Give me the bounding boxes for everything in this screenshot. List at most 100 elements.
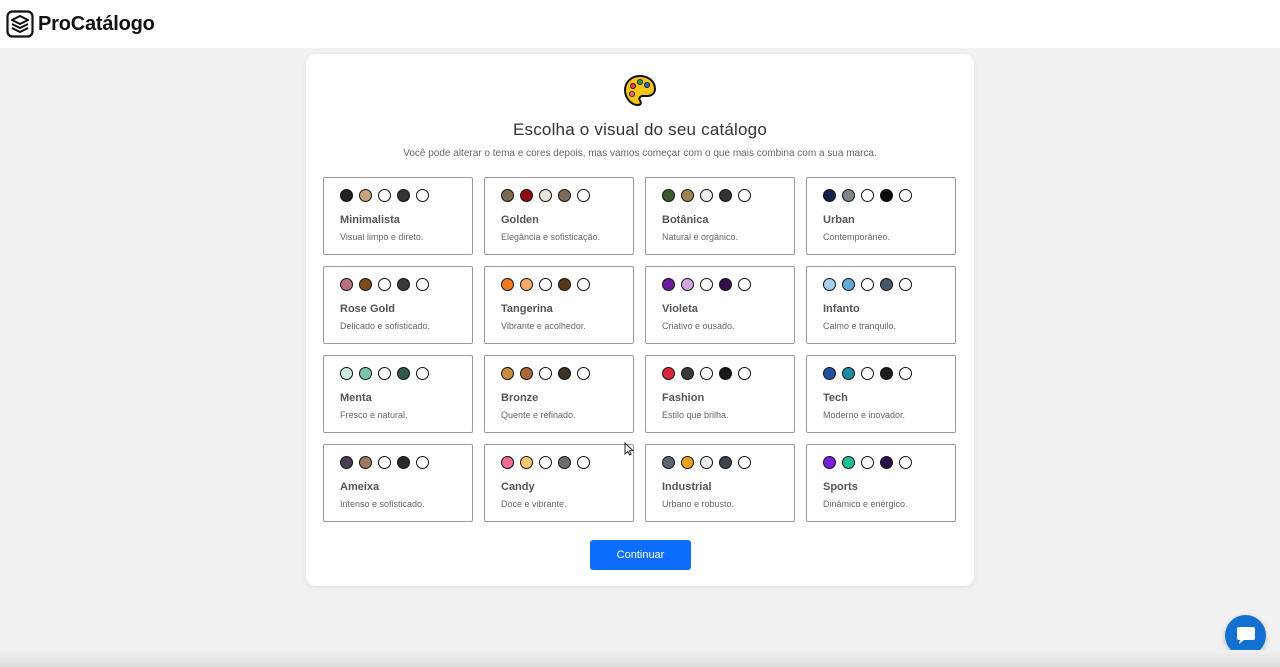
theme-name: Industrial xyxy=(662,481,712,493)
theme-card-minimalista[interactable]: Minimalista Visual limpo e direto. xyxy=(323,177,473,255)
theme-description: Calmo e tranquilo. xyxy=(823,321,897,331)
color-swatches xyxy=(501,278,633,292)
color-swatch xyxy=(662,456,675,469)
color-swatch xyxy=(662,278,675,291)
color-swatch xyxy=(842,189,855,202)
color-swatch xyxy=(700,278,713,291)
color-swatches xyxy=(662,367,794,381)
color-swatch xyxy=(397,367,410,380)
theme-description: Doce e vibrante. xyxy=(501,499,567,509)
theme-card-bot-nica[interactable]: Botânica Natural e orgânico. xyxy=(645,177,795,255)
color-swatch xyxy=(700,189,713,202)
color-swatch xyxy=(577,278,590,291)
theme-name: Tangerina xyxy=(501,303,553,315)
theme-description: Contemporâneo. xyxy=(823,232,891,242)
theme-card-candy[interactable]: Candy Doce e vibrante. xyxy=(484,444,634,522)
theme-description: Elegância e sofisticação. xyxy=(501,232,601,242)
color-swatch xyxy=(359,456,372,469)
color-swatch xyxy=(681,367,694,380)
color-swatch xyxy=(738,278,751,291)
theme-card-sports[interactable]: Sports Dinâmico e enérgico. xyxy=(806,444,956,522)
color-swatch xyxy=(823,456,836,469)
color-swatches xyxy=(340,189,472,203)
color-swatch xyxy=(378,189,391,202)
color-swatch xyxy=(558,278,571,291)
color-swatch xyxy=(823,189,836,202)
theme-card-golden[interactable]: Golden Elegância e sofisticação. xyxy=(484,177,634,255)
color-swatch xyxy=(700,367,713,380)
theme-selection-card: Escolha o visual do seu catálogo Você po… xyxy=(306,54,974,586)
color-swatch xyxy=(416,189,429,202)
theme-name: Ameixa xyxy=(340,481,380,493)
color-swatch xyxy=(520,456,533,469)
color-swatch xyxy=(823,278,836,291)
theme-description: Fresco e natural. xyxy=(340,410,408,420)
bottom-shade xyxy=(0,650,1280,667)
color-swatch xyxy=(700,456,713,469)
color-swatch xyxy=(558,367,571,380)
theme-name: Bronze xyxy=(501,392,539,404)
theme-grid: Minimalista Visual limpo e direto. Golden E… xyxy=(323,177,956,522)
palette-icon xyxy=(623,74,657,107)
mouse-cursor-icon xyxy=(624,442,634,456)
theme-name: Fashion xyxy=(662,392,705,404)
page-title: Escolha o visual do seu catálogo xyxy=(512,120,767,139)
theme-card-fashion[interactable]: Fashion Estilo que brilha. xyxy=(645,355,795,433)
theme-card-urban[interactable]: Urban Contemporâneo. xyxy=(806,177,956,255)
color-swatch xyxy=(359,189,372,202)
color-swatch xyxy=(340,278,353,291)
color-swatch xyxy=(899,189,912,202)
theme-description: Intenso e sofisticado. xyxy=(340,499,425,509)
brand[interactable]: ProCatálogo xyxy=(6,10,155,38)
theme-description: Criativo e ousado. xyxy=(662,321,735,331)
color-swatch xyxy=(662,367,675,380)
color-swatch xyxy=(738,189,751,202)
theme-description: Estilo que brilha. xyxy=(662,410,729,420)
color-swatch xyxy=(681,456,694,469)
color-swatch xyxy=(880,189,893,202)
color-swatch xyxy=(662,189,675,202)
color-swatch xyxy=(738,456,751,469)
color-swatch xyxy=(378,367,391,380)
color-swatch xyxy=(397,278,410,291)
theme-card-industrial[interactable]: Industrial Urbano e robusto. xyxy=(645,444,795,522)
theme-card-tech[interactable]: Tech Moderno e inovador. xyxy=(806,355,956,433)
color-swatch xyxy=(501,456,514,469)
color-swatch xyxy=(340,367,353,380)
theme-description: Visual limpo e direto. xyxy=(340,232,424,242)
color-swatch xyxy=(899,456,912,469)
theme-name: Violeta xyxy=(662,303,698,315)
theme-name: Candy xyxy=(501,481,535,493)
theme-card-rose-gold[interactable]: Rose Gold Delicado e sofisticado. xyxy=(323,266,473,344)
theme-card-bronze[interactable]: Bronze Quente e refinado. xyxy=(484,355,634,433)
color-swatch xyxy=(397,189,410,202)
theme-card-tangerina[interactable]: Tangerina Vibrante e acolhedor. xyxy=(484,266,634,344)
color-swatch xyxy=(880,278,893,291)
theme-description: Quente e refinado. xyxy=(501,410,576,420)
color-swatch xyxy=(539,278,552,291)
color-swatch xyxy=(539,456,552,469)
color-swatch xyxy=(681,189,694,202)
theme-name: Infanto xyxy=(823,303,860,315)
color-swatch xyxy=(861,456,874,469)
theme-card-ameixa[interactable]: Ameixa Intenso e sofisticado. xyxy=(323,444,473,522)
color-swatches xyxy=(662,189,794,203)
color-swatch xyxy=(861,367,874,380)
theme-card-violeta[interactable]: Violeta Criativo e ousado. xyxy=(645,266,795,344)
color-swatch xyxy=(520,278,533,291)
color-swatch xyxy=(539,367,552,380)
color-swatch xyxy=(577,189,590,202)
color-swatch xyxy=(719,367,732,380)
color-swatch xyxy=(416,456,429,469)
color-swatch xyxy=(681,278,694,291)
color-swatch xyxy=(340,456,353,469)
continue-button[interactable]: Continuar xyxy=(590,540,691,570)
color-swatch xyxy=(501,189,514,202)
theme-card-infanto[interactable]: Infanto Calmo e tranquilo. xyxy=(806,266,956,344)
color-swatch xyxy=(397,456,410,469)
theme-card-menta[interactable]: Menta Fresco e natural. xyxy=(323,355,473,433)
page-subtitle: Você pode alterar o tema e cores depois,… xyxy=(403,148,877,159)
color-swatch xyxy=(416,367,429,380)
color-swatch xyxy=(842,278,855,291)
theme-description: Moderno e inovador. xyxy=(823,410,906,420)
